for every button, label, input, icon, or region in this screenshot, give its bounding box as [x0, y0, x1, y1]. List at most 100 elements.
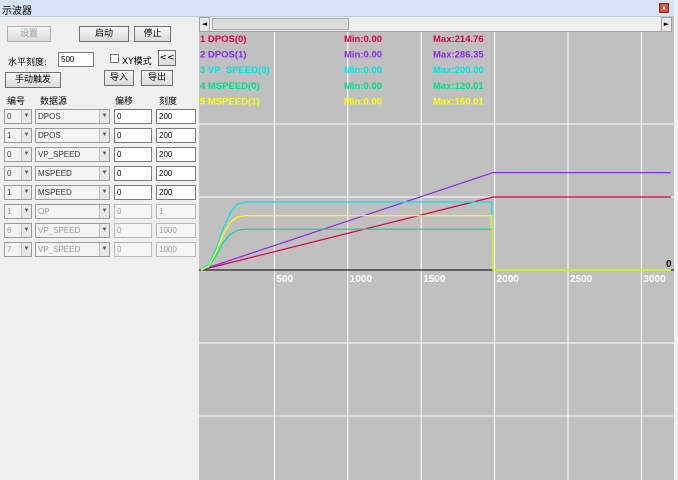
legend-min: Min:0.00 [344, 34, 382, 45]
import-button[interactable]: 导入 [104, 70, 134, 86]
chevron-down-icon[interactable]: ▼ [99, 186, 109, 199]
settings-button[interactable]: 设置 [7, 26, 51, 42]
channel-offset-input-text: 0 [117, 245, 122, 254]
legend-label: 3 VP_SPEED(0) [200, 65, 270, 76]
channel-source-select-text: VP_SPEED [38, 245, 81, 254]
channel-source-select[interactable]: MSPEED ▼ [35, 166, 110, 181]
channel-source-select[interactable]: VP_SPEED ▼ [35, 242, 110, 257]
close-icon[interactable]: x [659, 3, 669, 13]
channel-source-select[interactable]: VP_SPEED ▼ [35, 223, 110, 238]
channel-scale-input[interactable]: 1 [156, 204, 196, 219]
x-tick-label: 500 [276, 274, 293, 285]
channel-offset-input[interactable]: 0 [114, 185, 152, 200]
chevron-down-icon[interactable]: ▼ [99, 224, 109, 237]
channel-offset-input[interactable]: 0 [114, 166, 152, 181]
chevron-down-icon[interactable]: ▼ [21, 205, 31, 218]
channel-num-select[interactable]: 1 ▼ [4, 185, 32, 200]
channel-scale-input[interactable]: 200 [156, 128, 196, 143]
channel-offset-input[interactable]: 0 [114, 128, 152, 143]
stop-button[interactable]: 停止 [134, 26, 171, 42]
channel-scale-input[interactable]: 200 [156, 109, 196, 124]
channel-source-select-text: VP_SPEED [38, 226, 81, 235]
channel-offset-input-text: 0 [117, 169, 122, 178]
chevron-down-icon[interactable]: ▼ [99, 167, 109, 180]
channel-num-select[interactable]: 1 ▼ [4, 204, 32, 219]
chevron-down-icon[interactable]: ▼ [21, 148, 31, 161]
channel-source-select[interactable]: DPOS ▼ [35, 128, 110, 143]
channel-offset-input[interactable]: 0 [114, 147, 152, 162]
header-source: 数据源 [40, 97, 68, 107]
channel-offset-input[interactable]: 0 [114, 204, 152, 219]
channel-scale-input[interactable]: 200 [156, 166, 196, 181]
channel-num-select-text: 0 [7, 112, 12, 121]
x-tick-label: 3000 [643, 274, 666, 285]
channel-offset-input-text: 0 [117, 226, 122, 235]
legend-max: Max:214.76 [433, 34, 484, 45]
chevron-down-icon[interactable]: ▼ [21, 243, 31, 256]
chevron-down-icon[interactable]: ▼ [21, 110, 31, 123]
channel-offset-input-text: 0 [117, 188, 122, 197]
channel-source-select[interactable]: DPOS ▼ [35, 109, 110, 124]
channel-scale-input[interactable]: 200 [156, 185, 196, 200]
channel-offset-input-text: 0 [117, 150, 122, 159]
horizontal-scale-input[interactable]: 500 [58, 52, 94, 67]
horizontal-scrollbar[interactable]: ◄ ► [199, 17, 672, 32]
manual-trigger-button[interactable]: 手动触发 [5, 72, 61, 88]
channel-scale-input[interactable]: 200 [156, 147, 196, 162]
scroll-thumb[interactable] [212, 18, 349, 30]
channel-num-select[interactable]: 1 ▼ [4, 128, 32, 143]
title-bar: 示波器 x [0, 0, 674, 17]
channel-num-select[interactable]: 0 ▼ [4, 109, 32, 124]
channel-source-select-text: VP_SPEED [38, 150, 81, 159]
channel-source-select[interactable]: MSPEED ▼ [35, 185, 110, 200]
channel-offset-input[interactable]: 0 [114, 223, 152, 238]
channel-scale-input-text: 1000 [159, 245, 177, 254]
channel-num-select[interactable]: 0 ▼ [4, 166, 32, 181]
channel-source-select[interactable]: OP ▼ [35, 204, 110, 219]
start-button[interactable]: 启动 [79, 26, 129, 42]
channel-scale-input-text: 200 [159, 169, 173, 178]
x-tick-label: 1000 [350, 274, 373, 285]
channel-offset-input-text: 0 [117, 207, 122, 216]
channel-source-select-text: DPOS [38, 131, 61, 140]
channel-offset-input[interactable]: 0 [114, 109, 152, 124]
channel-source-select-text: DPOS [38, 112, 61, 121]
chevron-down-icon[interactable]: ▼ [21, 167, 31, 180]
chevron-down-icon[interactable]: ▼ [21, 186, 31, 199]
oscilloscope-plot: 500 1000 1500 2000 2500 30000 1 DPOS(0) Min:0.0… [199, 32, 674, 480]
channel-offset-input[interactable]: 0 [114, 242, 152, 257]
horizontal-scale-label: 水平刻度: [8, 58, 48, 68]
chevron-down-icon[interactable]: ▼ [21, 224, 31, 237]
scroll-right-icon[interactable]: ► [661, 17, 672, 32]
channel-scale-input-text: 1000 [159, 226, 177, 235]
chevron-down-icon[interactable]: ▼ [99, 129, 109, 142]
legend-label: 1 DPOS(0) [200, 34, 246, 45]
chevron-down-icon[interactable]: ▼ [21, 129, 31, 142]
chevron-down-icon[interactable]: ▼ [99, 243, 109, 256]
legend-min: Min:0.00 [344, 65, 382, 76]
window-title: 示波器 [2, 6, 32, 17]
channel-scale-input[interactable]: 1000 [156, 242, 196, 257]
legend-label: 2 DPOS(1) [200, 50, 246, 61]
xy-mode-checkbox[interactable] [110, 54, 119, 63]
channel-num-select[interactable]: 6 ▼ [4, 223, 32, 238]
control-panel: 设置 启动 停止 水平刻度: 500 XY模式 << 手动触发 导入 导出 编号… [0, 17, 199, 480]
chevron-down-icon[interactable]: ▼ [99, 148, 109, 161]
channel-num-select[interactable]: 0 ▼ [4, 147, 32, 162]
channel-scale-input-text: 200 [159, 131, 173, 140]
scroll-left-icon[interactable]: ◄ [199, 17, 210, 32]
export-button[interactable]: 导出 [141, 70, 173, 86]
legend-min: Min:0.00 [344, 50, 382, 61]
x-tick-label: 2000 [497, 274, 520, 285]
channel-scale-input[interactable]: 1000 [156, 223, 196, 238]
legend-min: Min:0.00 [344, 96, 382, 107]
collapse-button[interactable]: << [158, 50, 176, 66]
chevron-down-icon[interactable]: ▼ [99, 110, 109, 123]
channel-source-select[interactable]: VP_SPEED ▼ [35, 147, 110, 162]
header-num: 编号 [7, 97, 26, 107]
channel-num-select[interactable]: 7 ▼ [4, 242, 32, 257]
header-scale: 刻度 [159, 97, 178, 107]
channel-num-select-text: 0 [7, 169, 12, 178]
chevron-down-icon[interactable]: ▼ [99, 205, 109, 218]
channel-source-select-text: MSPEED [38, 169, 72, 178]
